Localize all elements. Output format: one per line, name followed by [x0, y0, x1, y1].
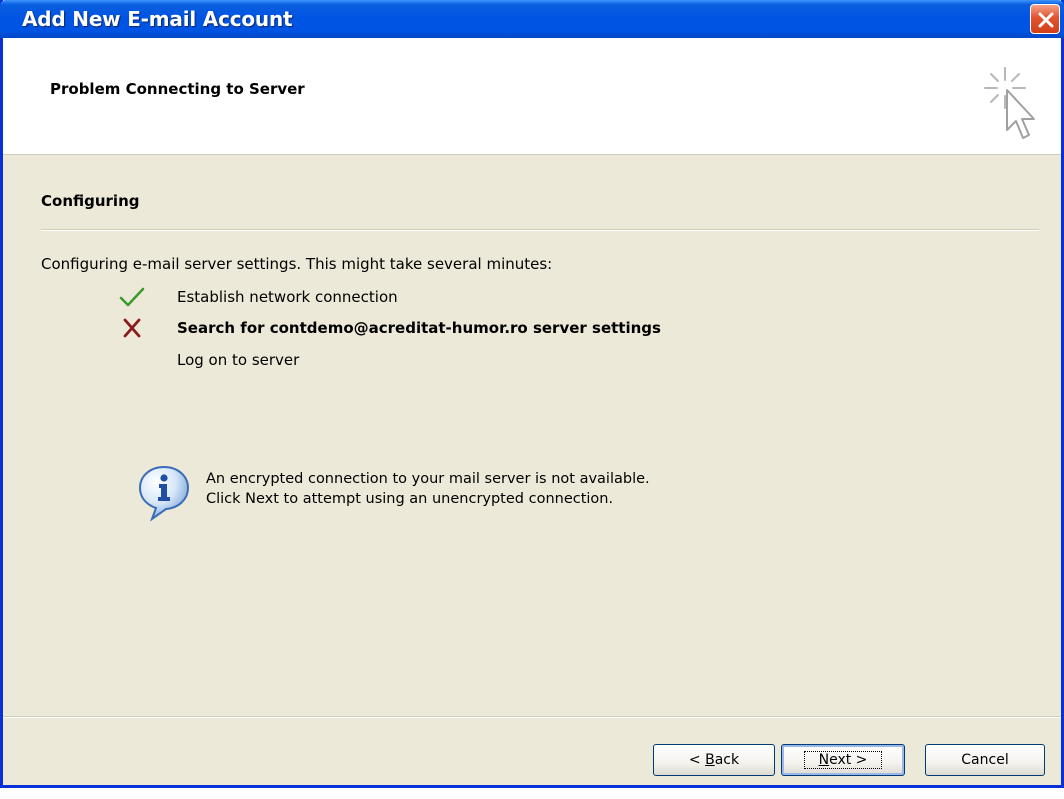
info-balloon-icon — [138, 465, 190, 522]
footer-divider — [3, 716, 1061, 718]
window-title: Add New E-mail Account — [22, 7, 293, 31]
close-button[interactable] — [1030, 4, 1060, 34]
wizard-header: Problem Connecting to Server — [3, 38, 1061, 155]
background-text-strip — [0, 788, 1064, 799]
page-title: Problem Connecting to Server — [50, 80, 305, 98]
checkmark-icon — [119, 287, 145, 307]
info-line-1: An encrypted connection to your mail ser… — [206, 471, 650, 487]
configuring-description: Configuring e-mail server settings. This… — [41, 255, 553, 273]
back-button[interactable]: < Back — [653, 744, 775, 776]
cursor-sparkle-icon — [984, 67, 1035, 139]
step-label: Establish network connection — [177, 288, 398, 306]
info-line-2: Click Next to attempt using an unencrypt… — [206, 491, 614, 507]
title-bar[interactable]: Add New E-mail Account — [0, 0, 1064, 38]
close-icon — [1038, 12, 1054, 28]
info-message: An encrypted connection to your mail ser… — [206, 469, 650, 509]
cancel-button[interactable]: Cancel — [925, 744, 1045, 776]
step-label: Search for contdemo@acreditat-humor.ro s… — [177, 319, 661, 337]
focus-rect: Next > — [803, 751, 883, 769]
x-icon — [123, 318, 141, 338]
step-label: Log on to server — [177, 351, 300, 369]
section-divider — [41, 229, 1039, 231]
add-email-dialog: Add New E-mail Account Problem Connectin… — [0, 0, 1064, 788]
section-title: Configuring — [41, 192, 140, 210]
next-button[interactable]: Next > — [781, 744, 905, 776]
